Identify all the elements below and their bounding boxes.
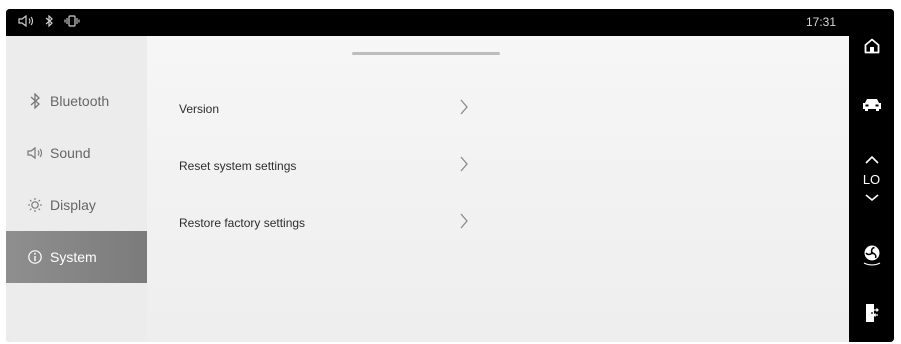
sidebar-item-label: Display — [50, 197, 96, 213]
version-row[interactable]: Version — [179, 93, 469, 125]
status-bar: 17:31 — [6, 9, 849, 36]
status-clock: 17:31 — [805, 15, 836, 29]
home-button[interactable] — [849, 31, 894, 65]
phone-vibrate-icon — [64, 15, 80, 27]
sidebar-item-label: System — [50, 249, 97, 265]
settings-sidebar: Bluetooth Sound Display System — [6, 36, 147, 342]
exit-button[interactable] — [849, 297, 894, 333]
temperature-label: LO — [862, 171, 881, 187]
bluetooth-icon — [26, 92, 44, 110]
restore-factory-settings-row[interactable]: Restore factory settings — [179, 207, 469, 239]
sidebar-item-system[interactable]: System — [6, 231, 147, 283]
sidebar-item-display[interactable]: Display — [6, 179, 147, 231]
system-settings-panel: Version Reset system settings Restore fa… — [147, 36, 849, 342]
status-icons — [18, 15, 80, 27]
row-label: Version — [179, 102, 220, 116]
drag-handle[interactable] — [352, 52, 500, 55]
settings-content: Bluetooth Sound Display System Version R… — [6, 36, 849, 342]
info-icon — [26, 248, 44, 266]
sidebar-item-bluetooth[interactable]: Bluetooth — [6, 75, 147, 127]
vehicle-button[interactable] — [849, 89, 894, 123]
speaker-icon — [26, 144, 44, 162]
sidebar-item-label: Sound — [50, 145, 91, 161]
chevron-down-icon[interactable] — [864, 189, 880, 207]
home-icon — [863, 37, 881, 60]
brightness-icon — [26, 196, 44, 214]
temperature-control: LO — [849, 144, 894, 214]
right-rail: LO — [849, 9, 894, 342]
reset-system-settings-row[interactable]: Reset system settings — [179, 150, 469, 182]
car-display-screen: 17:31 Bluetooth Sound Display System Ver… — [6, 9, 894, 342]
sidebar-item-sound[interactable]: Sound — [6, 127, 147, 179]
chevron-right-icon — [459, 212, 469, 235]
volume-icon — [18, 15, 34, 27]
sidebar-item-label: Bluetooth — [50, 93, 110, 109]
bluetooth-icon — [44, 15, 54, 27]
chevron-up-icon[interactable] — [864, 152, 880, 170]
chevron-right-icon — [459, 98, 469, 121]
car-icon — [861, 96, 883, 117]
chevron-right-icon — [459, 155, 469, 178]
row-label: Reset system settings — [179, 159, 297, 173]
fan-icon — [860, 243, 884, 272]
fan-button[interactable] — [849, 239, 894, 275]
row-label: Restore factory settings — [179, 216, 306, 230]
door-exit-icon — [864, 303, 880, 328]
